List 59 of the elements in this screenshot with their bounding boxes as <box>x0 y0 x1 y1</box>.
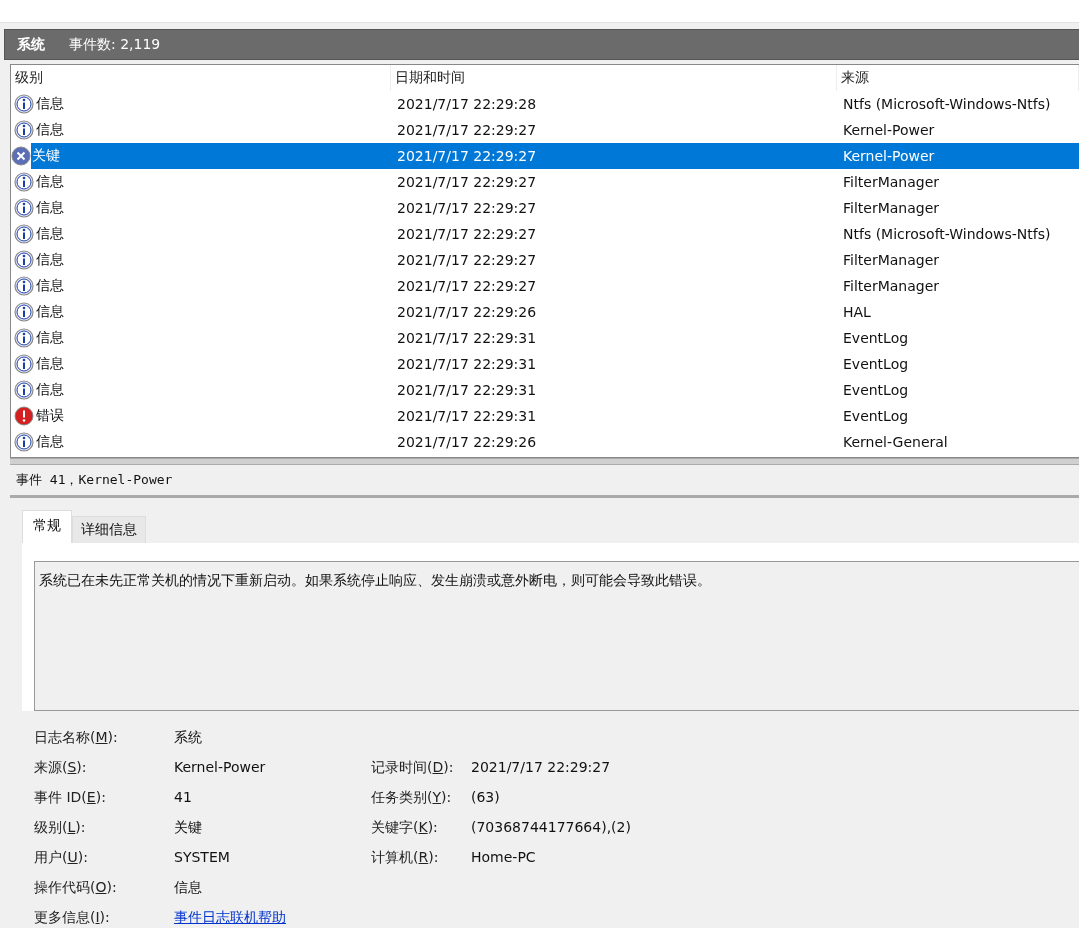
event-title: 事件 41，Kernel-Power <box>10 465 1079 498</box>
info-icon <box>14 94 34 114</box>
info-icon <box>14 276 34 296</box>
event-row[interactable]: 关键 2021/7/17 22:29:27 Kernel-Power <box>31 143 1079 169</box>
field-value: 关键 <box>174 819 202 835</box>
event-row[interactable]: 信息 2021/7/17 22:29:27 FilterManager <box>11 273 1079 299</box>
field-label: 事件 ID(E): <box>34 789 106 805</box>
event-row[interactable]: 信息 2021/7/17 22:29:31 EventLog <box>11 377 1079 403</box>
field-value: 系统 <box>174 729 202 745</box>
info-icon <box>14 328 34 348</box>
info-icon <box>14 302 34 322</box>
field-value: SYSTEM <box>174 849 230 865</box>
column-header[interactable]: 来源 <box>837 65 1079 91</box>
field-label: 级别(L): <box>34 819 86 835</box>
field-label: 操作代码(O): <box>34 879 117 895</box>
field-label: 日志名称(M): <box>34 729 118 745</box>
tab[interactable]: 常规 <box>22 510 72 543</box>
column-header[interactable]: 日期和时间 <box>391 65 837 91</box>
field-value: (70368744177664),(2) <box>471 819 631 835</box>
field-label: 任务类别(Y): <box>371 789 452 805</box>
field-value: 41 <box>174 789 192 805</box>
event-row[interactable]: 信息 2021/7/17 22:29:27 FilterManager <box>11 247 1079 273</box>
error-icon <box>14 406 34 426</box>
field-label: 用户(U): <box>34 849 88 865</box>
event-message: 系统已在未先正常关机的情况下重新启动。如果系统停止响应、发生崩溃或意外断电，则可能会导致此错误。 <box>34 561 1079 711</box>
field-label: 记录时间(D): <box>371 759 454 775</box>
log-name: 系统 <box>17 35 45 54</box>
field-value: (63) <box>471 789 500 805</box>
column-header[interactable]: 级别 <box>11 65 391 91</box>
event-count: 事件数: 2,119 <box>69 35 161 54</box>
field-label: 关键字(K): <box>371 819 438 835</box>
info-icon <box>14 380 34 400</box>
event-row[interactable]: 信息 2021/7/17 22:29:27 Ntfs (Microsoft-Windows-Ntfs) <box>11 221 1079 247</box>
help-link[interactable]: 事件日志联机帮助 <box>174 909 286 925</box>
event-row[interactable]: 信息 2021/7/17 22:29:31 EventLog <box>11 325 1079 351</box>
event-row[interactable]: 信息 2021/7/17 22:29:28 Ntfs (Microsoft-Windows-Ntfs) <box>11 91 1079 117</box>
event-row[interactable]: 错误 2021/7/17 22:29:31 EventLog <box>11 403 1079 429</box>
field-label: 计算机(R): <box>371 849 439 865</box>
field-value: 信息 <box>174 879 202 895</box>
info-icon <box>14 120 34 140</box>
info-icon <box>14 198 34 218</box>
field-label: 更多信息(I): <box>34 909 110 925</box>
field-label: 来源(S): <box>34 759 87 775</box>
info-icon <box>14 250 34 270</box>
event-row[interactable]: 信息 2021/7/17 22:29:26 Kernel-General <box>11 429 1079 455</box>
info-icon <box>14 432 34 452</box>
info-icon <box>14 172 34 192</box>
info-icon <box>14 224 34 244</box>
field-value: Home-PC <box>471 849 536 865</box>
field-value: 2021/7/17 22:29:27 <box>471 759 611 775</box>
info-icon <box>14 354 34 374</box>
event-row[interactable]: 信息 2021/7/17 22:29:27 FilterManager <box>11 195 1079 221</box>
pane-splitter[interactable] <box>10 458 1079 465</box>
event-row[interactable]: 信息 2021/7/17 22:29:26 HAL <box>11 299 1079 325</box>
tab[interactable]: 详细信息 <box>72 516 146 543</box>
event-row[interactable]: 信息 2021/7/17 22:29:31 EventLog <box>11 351 1079 377</box>
event-row[interactable]: 信息 2021/7/17 22:29:27 Kernel-Power <box>11 117 1079 143</box>
event-row[interactable]: 信息 2021/7/17 22:29:27 FilterManager <box>11 169 1079 195</box>
field-value: Kernel-Power <box>174 759 266 775</box>
